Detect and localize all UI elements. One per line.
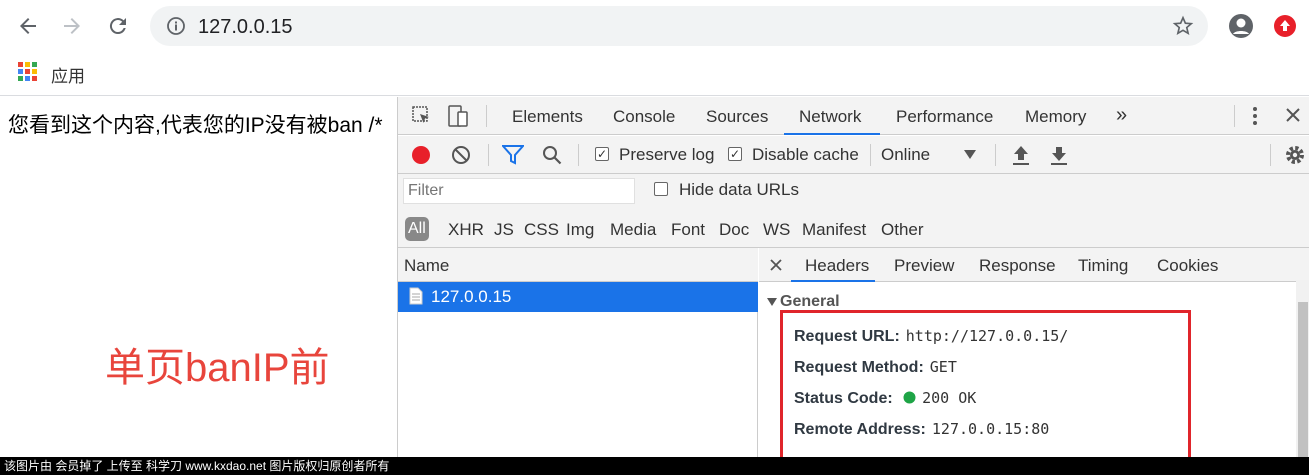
- reload-icon: [109, 18, 126, 35]
- type-ws[interactable]: WS: [763, 220, 790, 240]
- type-media[interactable]: Media: [610, 220, 656, 240]
- request-list: Name 127.0.0.15: [398, 248, 758, 457]
- preserve-log-label: Preserve log: [619, 145, 715, 164]
- record-icon[interactable]: [411, 145, 431, 165]
- tab-timing[interactable]: Timing: [1078, 256, 1128, 276]
- type-manifest[interactable]: Manifest: [802, 220, 866, 240]
- hide-data-urls-checkbox[interactable]: [654, 182, 668, 196]
- network-toolbar: ✓ Preserve log ✓ Disable cache Online: [398, 136, 1309, 174]
- star-icon[interactable]: [1172, 15, 1194, 37]
- info-icon[interactable]: [166, 16, 186, 36]
- active-tab-indicator: [784, 133, 880, 135]
- document-icon: [409, 287, 423, 305]
- filter-icon[interactable]: [502, 145, 524, 165]
- request-name: 127.0.0.15: [431, 287, 512, 306]
- type-other[interactable]: Other: [881, 220, 924, 240]
- close-icon[interactable]: [1285, 107, 1301, 123]
- disable-cache-label: Disable cache: [752, 145, 859, 164]
- type-all[interactable]: All: [405, 217, 429, 241]
- page-content: 您看到这个内容,代表您的IP没有被ban /* 单页banIP前: [0, 97, 397, 457]
- tab-headers[interactable]: Headers: [805, 256, 869, 276]
- filter-bar: Hide data URLs: [398, 174, 1309, 214]
- annotation-overlay-text: 单页banIP前: [105, 346, 330, 390]
- tab-performance[interactable]: Performance: [896, 107, 993, 127]
- apps-icon[interactable]: [18, 62, 38, 82]
- scrollbar-thumb[interactable]: [1298, 302, 1308, 457]
- type-xhr[interactable]: XHR: [448, 220, 484, 240]
- detail-tab-bar: Headers Preview Response Timing Cookies: [759, 248, 1309, 282]
- devtools-tab-bar: Elements Console Sources Network Perform…: [398, 97, 1309, 135]
- browser-toolbar: 127.0.0.15: [0, 0, 1309, 52]
- extension-upload-icon[interactable]: [1273, 14, 1297, 38]
- arrow-left-icon: [20, 18, 36, 34]
- chevron-down-icon[interactable]: [964, 150, 976, 160]
- reload-button[interactable]: [102, 10, 134, 42]
- disable-cache-checkbox[interactable]: ✓: [728, 147, 742, 161]
- url-text: 127.0.0.15: [198, 16, 293, 38]
- tab-cookies[interactable]: Cookies: [1157, 256, 1218, 276]
- general-section-title[interactable]: General: [780, 293, 840, 311]
- hide-data-urls-label: Hide data URLs: [679, 180, 800, 199]
- more-tabs-button[interactable]: »: [1116, 104, 1127, 127]
- throttling-select[interactable]: Online: [881, 145, 930, 165]
- type-doc[interactable]: Doc: [719, 220, 749, 240]
- bookmarks-bar: 应用: [0, 52, 1309, 96]
- tab-console[interactable]: Console: [613, 107, 675, 127]
- tab-network[interactable]: Network: [799, 107, 861, 127]
- tab-elements[interactable]: Elements: [512, 107, 583, 127]
- device-toolbar-icon[interactable]: [448, 105, 468, 127]
- filter-input[interactable]: [403, 178, 635, 204]
- gear-icon[interactable]: [1284, 144, 1306, 166]
- inspect-element-icon[interactable]: [412, 106, 432, 126]
- annotation-highlight-box: [780, 310, 1191, 470]
- account-icon[interactable]: [1228, 13, 1254, 39]
- tab-memory[interactable]: Memory: [1025, 107, 1086, 127]
- bookmark-apps-label[interactable]: 应用: [51, 62, 85, 87]
- preserve-log-checkbox[interactable]: ✓: [595, 147, 609, 161]
- name-header-label: Name: [404, 256, 450, 275]
- watermark-bar: 该图片由 会员掉了 上传至 科学刀 www.kxdao.net 图片版权归原创者…: [0, 457, 1309, 475]
- back-button[interactable]: [12, 10, 44, 42]
- type-css[interactable]: CSS: [524, 220, 559, 240]
- import-har-icon[interactable]: [1012, 144, 1030, 166]
- type-js[interactable]: JS: [494, 220, 514, 240]
- tab-response[interactable]: Response: [979, 256, 1056, 276]
- export-har-icon[interactable]: [1050, 144, 1068, 166]
- type-img[interactable]: Img: [566, 220, 594, 240]
- triangle-down-icon[interactable]: [767, 298, 777, 306]
- forward-button[interactable]: [56, 10, 88, 42]
- clear-icon[interactable]: [451, 145, 471, 165]
- search-icon[interactable]: [542, 145, 562, 165]
- arrow-right-icon: [64, 18, 80, 34]
- request-row[interactable]: 127.0.0.15: [398, 282, 758, 312]
- active-detail-tab-indicator: [791, 280, 875, 282]
- tab-preview[interactable]: Preview: [894, 256, 954, 276]
- close-icon[interactable]: [770, 259, 782, 271]
- kebab-menu-icon[interactable]: [1248, 106, 1262, 126]
- type-font[interactable]: Font: [671, 220, 705, 240]
- address-bar[interactable]: 127.0.0.15: [150, 6, 1208, 46]
- detail-scrollbar[interactable]: [1296, 280, 1309, 457]
- resource-type-filter: All XHR JS CSS Img Media Font Doc WS Man…: [398, 214, 1309, 248]
- tab-sources[interactable]: Sources: [706, 107, 768, 127]
- name-column-header[interactable]: Name: [398, 248, 758, 282]
- page-body-text: 您看到这个内容,代表您的IP没有被ban /*: [8, 114, 383, 137]
